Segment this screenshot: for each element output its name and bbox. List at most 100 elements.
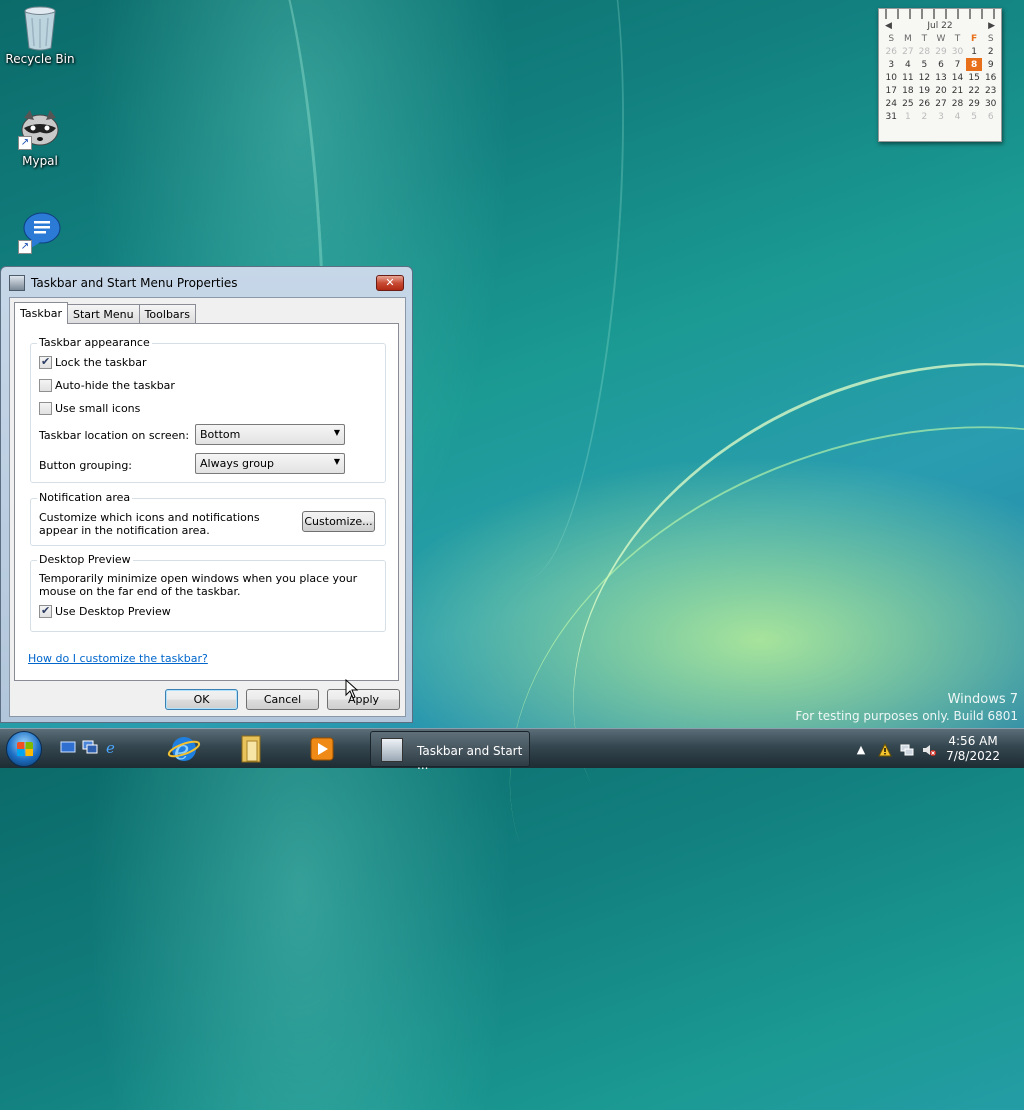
calendar-day[interactable]: 1 [900, 110, 917, 123]
calendar-day[interactable]: 30 [982, 97, 999, 110]
switch-windows-icon[interactable] [82, 739, 98, 755]
grouping-dropdown[interactable]: Always group ▼ [195, 453, 345, 474]
calendar-day[interactable]: 27 [933, 97, 950, 110]
auto-hide-checkbox[interactable]: Auto-hide the taskbar [39, 379, 175, 392]
taskbar-clock[interactable]: 4:56 AM 7/8/2022 [946, 734, 1000, 764]
desktop-icon-mypal[interactable]: ↗ Mypal [0, 106, 80, 168]
close-button[interactable]: ✕ [376, 275, 404, 291]
calendar-day[interactable]: 14 [949, 71, 966, 84]
calendar-day[interactable]: 28 [949, 97, 966, 110]
volume-muted-icon[interactable] [922, 743, 936, 757]
calendar-day[interactable]: 17 [883, 84, 900, 97]
desktop-icon-recycle-bin[interactable]: Recycle Bin [0, 4, 80, 66]
tab-toolbars[interactable]: Toolbars [138, 304, 196, 324]
lock-taskbar-checkbox[interactable]: Lock the taskbar [39, 355, 147, 369]
customize-button[interactable]: Customize... [302, 511, 375, 532]
calendar-day[interactable]: 3 [933, 110, 950, 123]
calendar-weekday: S [888, 34, 895, 44]
calendar-prev-month-icon[interactable]: ◀ [885, 21, 892, 31]
calendar-gadget[interactable]: ◀ Jul 22 ▶ S M T W T F S 26 27 28 29 30 1 2 3 4 5… [878, 8, 1002, 142]
network-icon[interactable] [900, 743, 914, 757]
mouse-cursor-icon [345, 679, 359, 699]
shortcut-arrow-icon: ↗ [18, 136, 32, 150]
calendar-day[interactable]: 9 [982, 58, 999, 71]
calendar-day[interactable]: 24 [883, 97, 900, 110]
calendar-day[interactable]: 11 [900, 71, 917, 84]
dropdown-value: Bottom [200, 428, 241, 441]
calendar-weekday: T [954, 34, 961, 44]
windows-logo-icon-lower [17, 749, 33, 756]
calendar-day[interactable]: 4 [900, 58, 917, 71]
calendar-day[interactable]: 18 [900, 84, 917, 97]
calendar-day[interactable]: 2 [982, 45, 999, 58]
wallpaper-swoosh [484, 260, 1024, 1020]
desktop-icon-label: Recycle Bin [5, 52, 75, 66]
calendar-day[interactable]: 7 [949, 58, 966, 71]
calendar-day[interactable]: 26 [916, 97, 933, 110]
calendar-day[interactable]: 15 [966, 71, 983, 84]
calendar-day[interactable]: 5 [916, 58, 933, 71]
checkbox-checked-icon[interactable] [39, 604, 52, 618]
calendar-day[interactable]: 13 [933, 71, 950, 84]
apply-button[interactable]: Apply [327, 689, 400, 710]
calendar-day[interactable]: 1 [966, 45, 983, 58]
show-hidden-icons-icon[interactable]: ▲ [854, 743, 868, 757]
dialog-title: Taskbar and Start Menu Properties [31, 276, 238, 290]
windows-explorer-taskbar-icon[interactable] [228, 732, 278, 766]
desktop-icon-messenger[interactable]: ↗ [0, 210, 80, 258]
calendar-weekday: M [903, 34, 912, 44]
calendar-day[interactable]: 10 [883, 71, 900, 84]
calendar-day-today[interactable]: 8 [965, 58, 983, 71]
calendar-day[interactable]: 2 [916, 110, 933, 123]
calendar-day[interactable]: 31 [883, 110, 900, 123]
cancel-button[interactable]: Cancel [246, 689, 319, 710]
calendar-weekday: T [921, 34, 928, 44]
calendar-day[interactable]: 25 [900, 97, 917, 110]
group-legend: Desktop Preview [37, 553, 133, 566]
dialog-titlebar[interactable]: Taskbar and Start Menu Properties ✕ [1, 267, 412, 297]
desktop-icon-label: Mypal [22, 154, 58, 168]
small-icons-checkbox[interactable]: Use small icons [39, 402, 140, 415]
calendar-day[interactable]: 26 [883, 45, 900, 58]
dropdown-arrow-icon: ▼ [333, 428, 340, 437]
ok-button[interactable]: OK [165, 689, 238, 710]
tab-start-menu[interactable]: Start Menu [67, 304, 140, 324]
calendar-day[interactable]: 29 [933, 45, 950, 58]
calendar-day[interactable]: 27 [900, 45, 917, 58]
calendar-day[interactable]: 22 [966, 84, 983, 97]
show-desktop-icon[interactable] [60, 739, 76, 755]
calendar-day[interactable]: 5 [966, 110, 983, 123]
taskbar-button-active-window[interactable]: Taskbar and Start ... [370, 731, 530, 772]
calendar-day[interactable]: 6 [982, 110, 999, 123]
calendar-next-month-icon[interactable]: ▶ [988, 21, 995, 31]
calendar-weekday: S [987, 34, 994, 44]
calendar-day[interactable]: 3 [883, 58, 900, 71]
calendar-day[interactable]: 29 [966, 97, 983, 110]
internet-explorer-taskbar-icon[interactable]: e [160, 732, 210, 766]
internet-explorer-quicklaunch-icon[interactable]: e [104, 739, 120, 755]
location-dropdown[interactable]: Bottom ▼ [195, 424, 345, 445]
calendar-day[interactable]: 20 [933, 84, 950, 97]
calendar-day[interactable]: 30 [949, 45, 966, 58]
desktop-preview-group: Desktop Preview Temporarily minimize ope… [30, 553, 386, 632]
dialog-tabs: Taskbar Start Menu Toolbars [14, 302, 196, 324]
checkbox-label: Auto-hide the taskbar [55, 379, 175, 392]
calendar-day[interactable]: 12 [916, 71, 933, 84]
start-button[interactable] [6, 731, 42, 767]
calendar-day[interactable]: 21 [949, 84, 966, 97]
media-player-taskbar-icon[interactable] [296, 732, 346, 766]
calendar-day[interactable]: 6 [933, 58, 950, 71]
checkbox-unchecked-icon[interactable] [39, 402, 52, 415]
calendar-day[interactable]: 19 [916, 84, 933, 97]
action-center-warning-icon[interactable] [878, 743, 892, 757]
checkbox-unchecked-icon[interactable] [39, 379, 52, 392]
group-legend: Taskbar appearance [37, 336, 152, 349]
calendar-day[interactable]: 16 [982, 71, 999, 84]
calendar-day[interactable]: 28 [916, 45, 933, 58]
calendar-day[interactable]: 4 [949, 110, 966, 123]
calendar-day[interactable]: 23 [982, 84, 999, 97]
tab-taskbar[interactable]: Taskbar [14, 302, 68, 324]
help-link[interactable]: How do I customize the taskbar? [28, 652, 208, 665]
checkbox-checked-icon[interactable] [39, 355, 52, 369]
use-desktop-preview-checkbox[interactable]: Use Desktop Preview [39, 604, 171, 618]
